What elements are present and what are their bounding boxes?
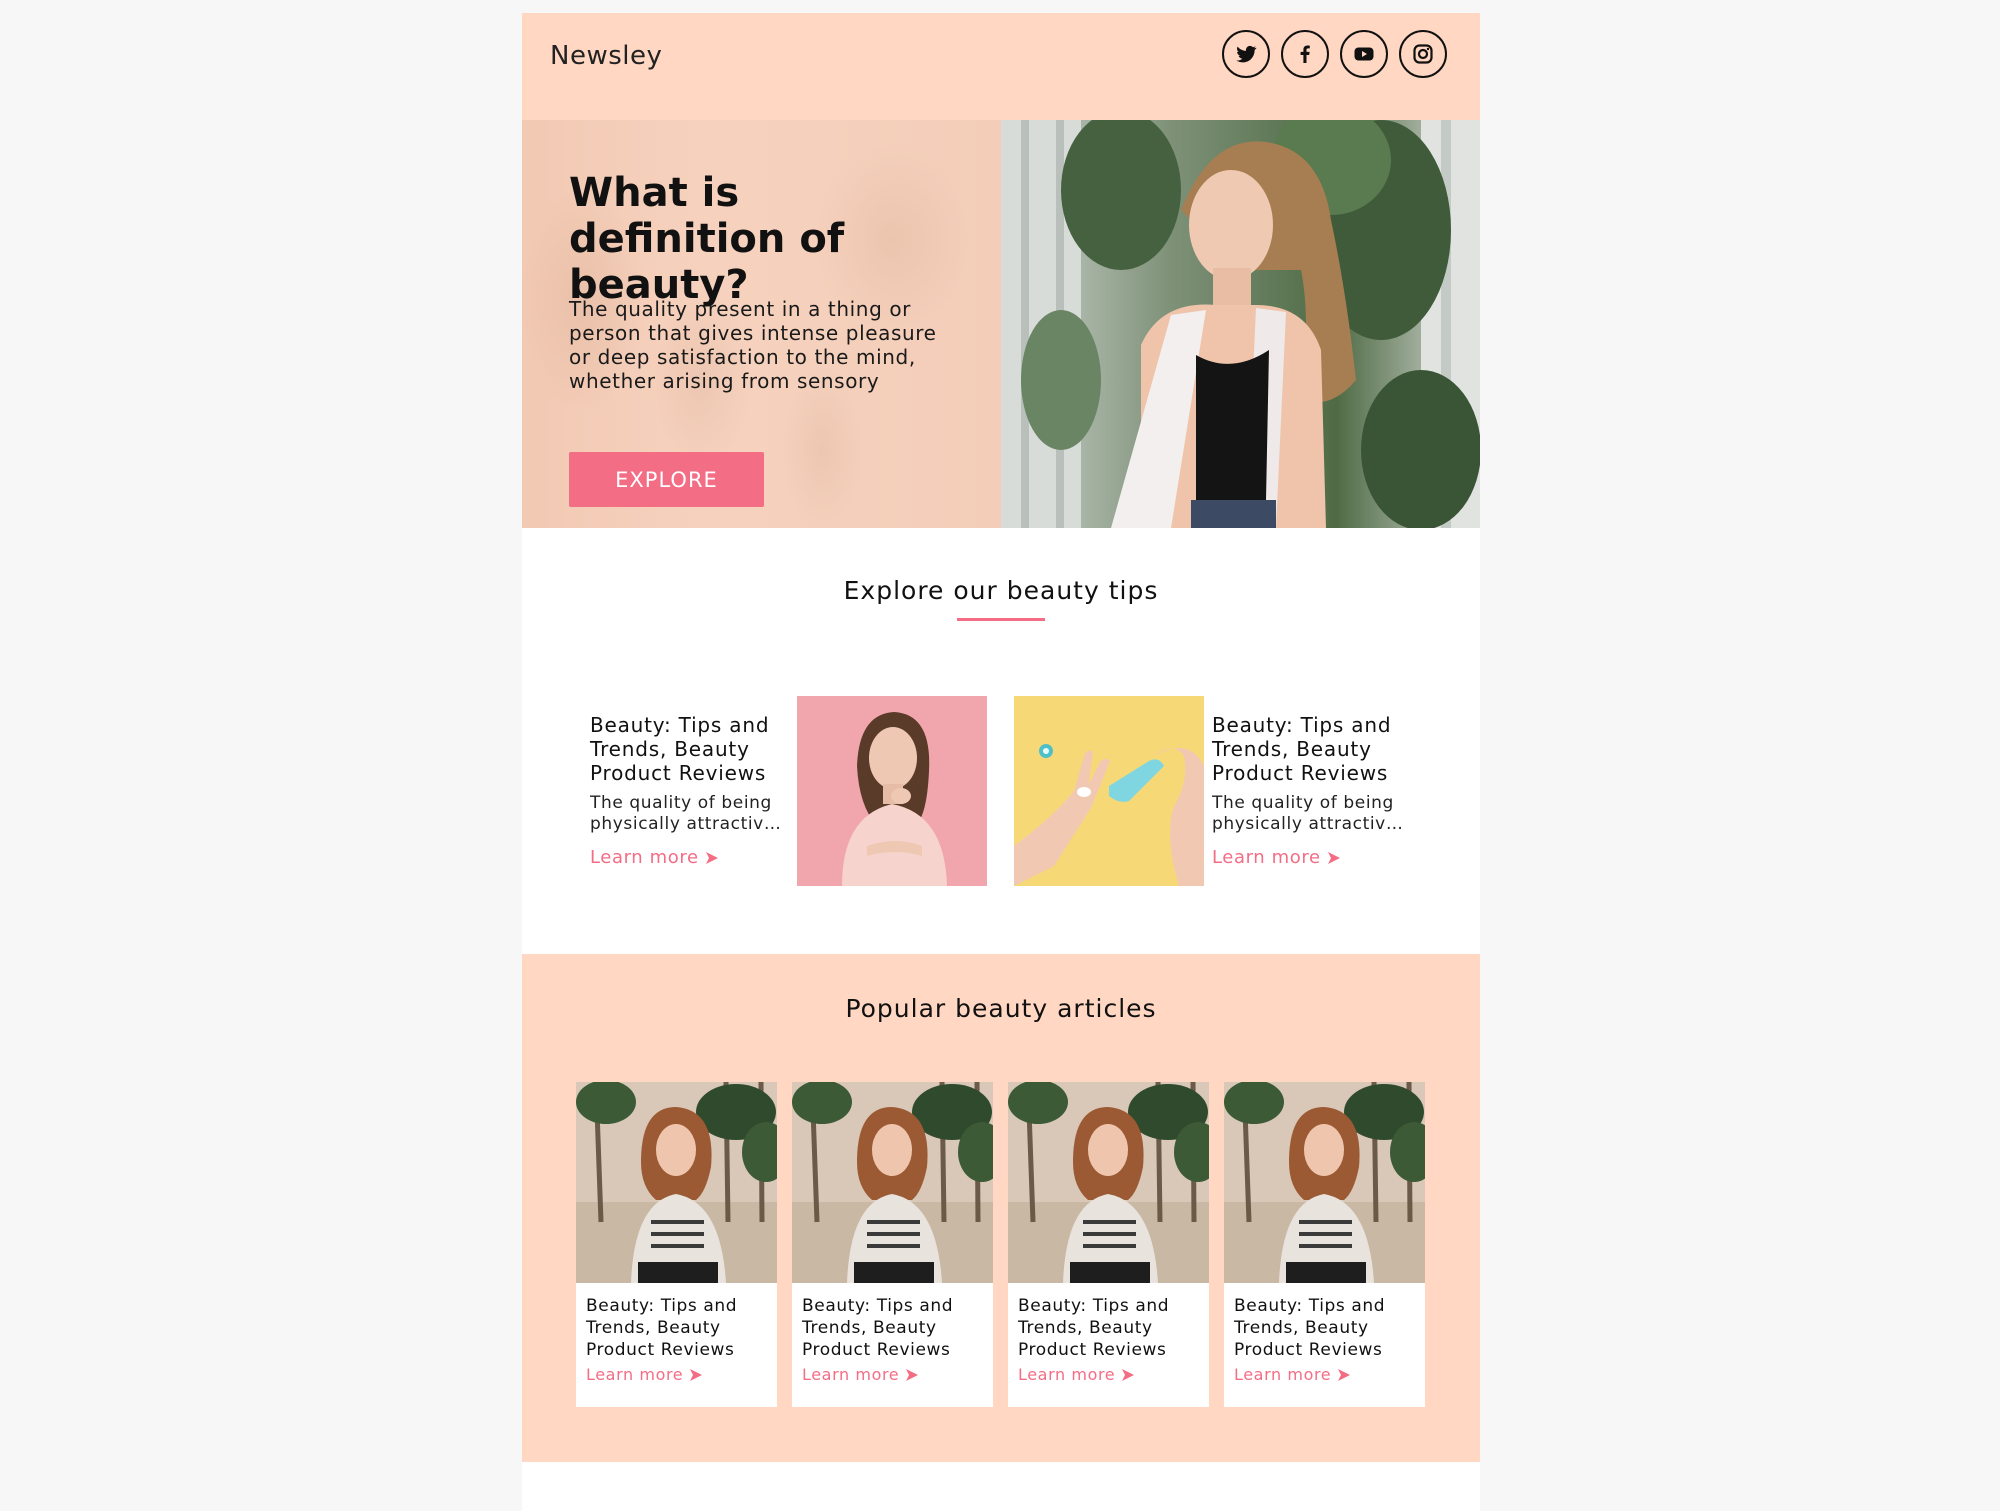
article-card[interactable]: Beauty: Tips and Trends, Beauty Product … — [792, 1082, 993, 1407]
tip-image-1 — [797, 696, 987, 886]
arrow-right-icon — [705, 851, 718, 864]
hero-text-panel: What is definition of beauty? The qualit… — [522, 120, 1001, 528]
article-card[interactable]: Beauty: Tips and Trends, Beauty Product … — [576, 1082, 777, 1407]
arrow-right-icon — [1327, 851, 1340, 864]
tip-image-2 — [1014, 696, 1204, 886]
learn-more-link[interactable]: Learn more — [1234, 1365, 1351, 1384]
tip-description: The quality of being physically attracti… — [1212, 793, 1404, 834]
social-links — [1222, 30, 1447, 78]
article-image — [576, 1082, 777, 1283]
email-container: Newsley What is definition of beauty? Th… — [522, 13, 1480, 1511]
brand-logo[interactable]: Newsley — [550, 41, 662, 71]
twitter-icon — [1236, 45, 1257, 63]
article-card[interactable]: Beauty: Tips and Trends, Beauty Product … — [1008, 1082, 1209, 1407]
article-image — [1008, 1082, 1209, 1283]
hero-image — [1001, 120, 1480, 528]
facebook-link[interactable] — [1281, 30, 1329, 78]
learn-more-link[interactable]: Learn more — [1018, 1365, 1135, 1384]
explore-button[interactable]: EXPLORE — [569, 452, 764, 507]
youtube-link[interactable] — [1340, 30, 1388, 78]
twitter-link[interactable] — [1222, 30, 1270, 78]
facebook-icon — [1300, 45, 1310, 63]
learn-more-label: Learn more — [802, 1365, 900, 1384]
learn-more-link[interactable]: Learn more — [802, 1365, 919, 1384]
popular-section-title: Popular beauty articles — [845, 994, 1157, 1023]
tip-card-1: Beauty: Tips and Trends, Beauty Product … — [590, 713, 790, 868]
tip-title: Beauty: Tips and Trends, Beauty Product … — [1212, 713, 1392, 785]
article-image — [792, 1082, 993, 1283]
article-title: Beauty: Tips and Trends, Beauty Product … — [802, 1296, 954, 1360]
hero-section: What is definition of beauty? The qualit… — [522, 120, 1480, 528]
tip-description: The quality of being physically attracti… — [590, 793, 782, 834]
arrow-right-icon — [690, 1368, 703, 1381]
arrow-right-icon — [906, 1368, 919, 1381]
learn-more-link[interactable]: Learn more — [590, 847, 719, 868]
tip-card-2: Beauty: Tips and Trends, Beauty Product … — [1212, 713, 1412, 868]
article-card[interactable]: Beauty: Tips and Trends, Beauty Product … — [1224, 1082, 1425, 1407]
youtube-icon — [1354, 47, 1374, 61]
learn-more-link[interactable]: Learn more — [1212, 847, 1341, 868]
article-title: Beauty: Tips and Trends, Beauty Product … — [1234, 1296, 1386, 1360]
article-title: Beauty: Tips and Trends, Beauty Product … — [1018, 1296, 1170, 1360]
article-cards: Beauty: Tips and Trends, Beauty Product … — [576, 1082, 1425, 1407]
header: Newsley — [522, 13, 1480, 120]
title-underline — [957, 618, 1045, 621]
learn-more-link[interactable]: Learn more — [586, 1365, 703, 1384]
arrow-right-icon — [1338, 1368, 1351, 1381]
tip-photo-hands-cream — [1014, 696, 1204, 886]
tips-section-title: Explore our beauty tips — [843, 576, 1159, 605]
learn-more-label: Learn more — [1234, 1365, 1332, 1384]
hero-title: What is definition of beauty? — [569, 170, 845, 308]
instagram-icon — [1413, 44, 1433, 64]
learn-more-label: Learn more — [1018, 1365, 1116, 1384]
instagram-link[interactable] — [1399, 30, 1447, 78]
learn-more-label: Learn more — [586, 1365, 684, 1384]
learn-more-label: Learn more — [590, 847, 699, 868]
hero-photo-illustration — [1001, 120, 1480, 528]
tip-title: Beauty: Tips and Trends, Beauty Product … — [590, 713, 770, 785]
tip-photo-woman — [797, 696, 987, 886]
article-image — [1224, 1082, 1425, 1283]
hero-description: The quality present in a thing or person… — [569, 297, 937, 393]
arrow-right-icon — [1122, 1368, 1135, 1381]
popular-section: Popular beauty articles Beauty: Tips and — [522, 954, 1480, 1462]
learn-more-label: Learn more — [1212, 847, 1321, 868]
article-title: Beauty: Tips and Trends, Beauty Product … — [586, 1296, 738, 1360]
